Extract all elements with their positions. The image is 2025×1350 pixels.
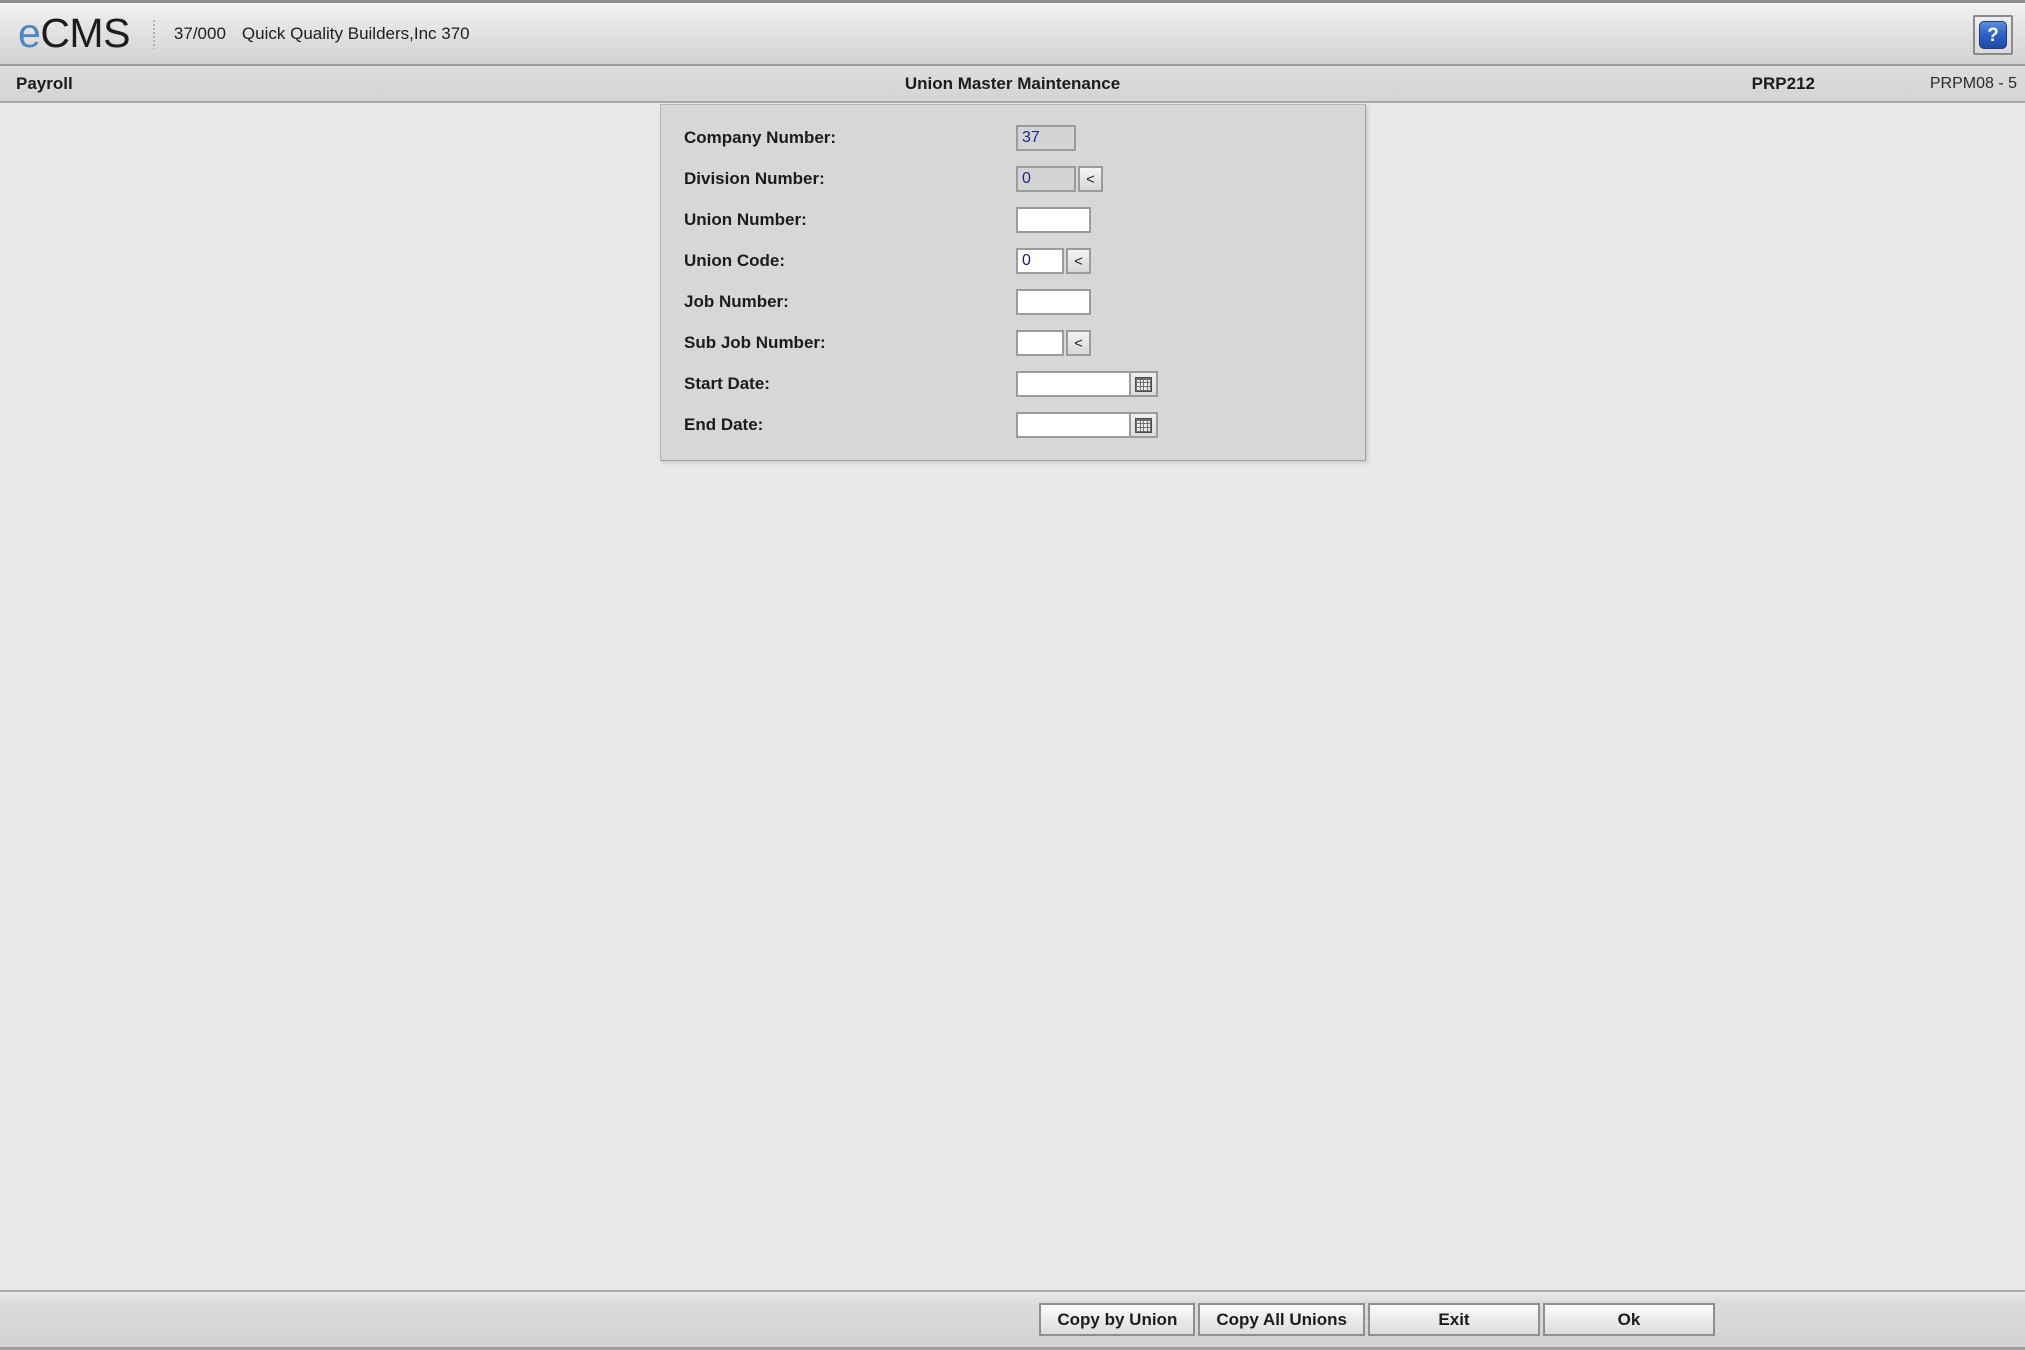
field-row-union-code: Union Code: < bbox=[661, 240, 1365, 282]
module-header-bar: Payroll Union Master Maintenance PRP212 … bbox=[0, 66, 2025, 103]
logo-letters-cms: CMS bbox=[40, 10, 130, 56]
exit-button[interactable]: Exit bbox=[1368, 1303, 1540, 1336]
division-number-lookup-button[interactable]: < bbox=[1078, 166, 1103, 192]
union-number-control bbox=[1016, 207, 1091, 233]
sub-job-number-lookup-button[interactable]: < bbox=[1066, 330, 1091, 356]
program-id-label: PRP212 bbox=[1751, 74, 1815, 93]
field-row-union-number: Union Number: bbox=[661, 199, 1365, 241]
logo-letter-e: e bbox=[18, 10, 41, 56]
company-number-label: Company Number: bbox=[684, 128, 837, 147]
page-title: Union Master Maintenance bbox=[904, 74, 1121, 93]
application-title-bar: eCMS 37/000 Quick Quality Builders,Inc 3… bbox=[0, 0, 2025, 66]
field-row-start-date: Start Date: bbox=[661, 363, 1365, 405]
field-row-company-number: Company Number: bbox=[661, 117, 1365, 159]
division-number-input[interactable] bbox=[1016, 166, 1076, 192]
company-number-input[interactable] bbox=[1016, 125, 1076, 151]
company-name-text: Quick Quality Builders,Inc 370 bbox=[241, 23, 470, 43]
sub-job-number-control: < bbox=[1016, 330, 1091, 356]
calendar-icon bbox=[1135, 417, 1152, 433]
ecms-logo: eCMS bbox=[18, 13, 130, 54]
end-date-label: End Date: bbox=[684, 415, 764, 434]
screen-id-label: PRPM08 - 5 bbox=[1929, 75, 2017, 92]
division-number-label: Division Number: bbox=[684, 169, 825, 188]
footer-button-bar: Copy by Union Copy All Unions Exit Ok bbox=[0, 1290, 2025, 1350]
field-row-sub-job-number: Sub Job Number: < bbox=[661, 322, 1365, 364]
field-row-division-number: Division Number: < bbox=[661, 158, 1365, 200]
start-date-control bbox=[1016, 371, 1158, 397]
union-code-lookup-button[interactable]: < bbox=[1066, 248, 1091, 274]
copy-by-union-button[interactable]: Copy by Union bbox=[1039, 1303, 1196, 1336]
start-date-input[interactable] bbox=[1016, 371, 1131, 397]
job-number-control bbox=[1016, 289, 1091, 315]
copy-all-unions-button[interactable]: Copy All Unions bbox=[1198, 1303, 1365, 1336]
company-id-text: 37/000 bbox=[173, 23, 226, 43]
start-date-label: Start Date: bbox=[684, 374, 770, 393]
union-code-input[interactable] bbox=[1016, 248, 1064, 274]
division-number-control: < bbox=[1016, 166, 1103, 192]
help-question-icon: ? bbox=[1979, 21, 2007, 49]
union-number-label: Union Number: bbox=[684, 210, 807, 229]
sub-job-number-input[interactable] bbox=[1016, 330, 1064, 356]
help-button[interactable]: ? bbox=[1973, 15, 2013, 55]
ok-button[interactable]: Ok bbox=[1543, 1303, 1715, 1336]
job-number-input[interactable] bbox=[1016, 289, 1091, 315]
field-row-job-number: Job Number: bbox=[661, 281, 1365, 323]
union-code-control: < bbox=[1016, 248, 1091, 274]
union-number-input[interactable] bbox=[1016, 207, 1091, 233]
dotted-separator-icon bbox=[151, 18, 156, 49]
sub-job-number-label: Sub Job Number: bbox=[684, 333, 826, 352]
union-code-label: Union Code: bbox=[684, 251, 786, 270]
end-date-control bbox=[1016, 412, 1158, 438]
end-date-calendar-button[interactable] bbox=[1131, 412, 1158, 438]
start-date-calendar-button[interactable] bbox=[1131, 371, 1158, 397]
job-number-label: Job Number: bbox=[684, 292, 789, 311]
calendar-icon bbox=[1135, 376, 1152, 392]
company-number-control bbox=[1016, 125, 1076, 151]
field-row-end-date: End Date: bbox=[661, 404, 1365, 446]
end-date-input[interactable] bbox=[1016, 412, 1131, 438]
union-master-form-panel: Company Number: Division Number: < Union Nu… bbox=[660, 104, 1366, 461]
